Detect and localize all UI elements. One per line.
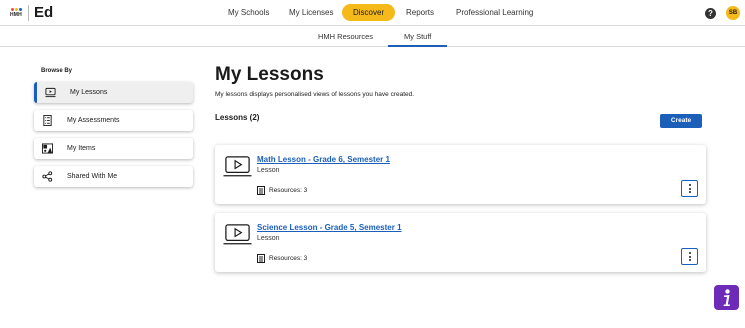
more-options-button[interactable] <box>681 180 698 197</box>
nav-reports[interactable]: Reports <box>406 8 434 17</box>
sidebar-item-my-items[interactable]: My Items <box>34 138 193 159</box>
lesson-icon <box>45 87 56 98</box>
top-bar: HMH Ed My Schools My Licenses Discover R… <box>0 0 745 26</box>
create-button[interactable]: Create <box>660 114 702 128</box>
sidebar-item-shared-with-me[interactable]: Shared With Me <box>34 166 193 187</box>
lesson-title-link[interactable]: Science Lesson - Grade 5, Semester 1 <box>257 223 402 232</box>
lesson-video-icon <box>223 224 252 245</box>
kebab-dot <box>688 255 691 258</box>
nav-my-licenses[interactable]: My Licenses <box>289 8 333 17</box>
page-title: My Lessons <box>215 64 324 85</box>
sidebar-item-label: My Assessments <box>67 117 120 124</box>
lesson-type: Lesson <box>257 167 280 174</box>
nav-professional-learning[interactable]: Professional Learning <box>456 8 533 17</box>
help-icon[interactable]: ? <box>705 8 716 19</box>
lesson-resources-count: Resources: 3 <box>269 255 308 262</box>
kebab-dot <box>688 191 691 193</box>
user-avatar[interactable]: SB <box>726 6 740 20</box>
kebab-dot <box>688 259 691 261</box>
sidebar-item-label: My Items <box>67 145 96 152</box>
kebab-dot <box>688 252 691 254</box>
kebab-dot <box>688 184 691 186</box>
lesson-video-icon <box>223 156 252 177</box>
sidebar-item-my-lessons[interactable]: My Lessons <box>34 82 193 103</box>
nav-discover[interactable]: Discover <box>342 4 396 21</box>
nav-my-schools[interactable]: My Schools <box>228 8 269 17</box>
assessment-icon <box>43 115 52 126</box>
lesson-card: Math Lesson - Grade 6, Semester 1 Lesson… <box>215 145 706 204</box>
lesson-resources-count: Resources: 3 <box>269 187 308 194</box>
more-options-button[interactable] <box>681 248 698 265</box>
sub-nav: HMH Resources My Stuff <box>0 26 745 47</box>
sidebar-item-label: Shared With Me <box>67 173 118 180</box>
lessons-count: Lessons (2) <box>215 113 260 122</box>
lesson-title-link[interactable]: Math Lesson - Grade 6, Semester 1 <box>257 155 390 164</box>
share-icon <box>42 171 53 182</box>
lesson-card: Science Lesson - Grade 5, Semester 1 Les… <box>215 213 706 272</box>
sidebar-item-label: My Lessons <box>70 89 108 96</box>
sidebar-item-my-assessments[interactable]: My Assessments <box>34 110 193 131</box>
page-description: My lessons displays personalised views o… <box>215 91 415 98</box>
resources-icon <box>257 254 265 263</box>
main-nav: My Schools My Licenses Discover Reports … <box>0 0 745 26</box>
info-help-button[interactable] <box>714 285 739 310</box>
items-icon <box>42 143 53 154</box>
tab-my-stuff[interactable]: My Stuff <box>388 32 448 47</box>
lesson-type: Lesson <box>257 235 280 242</box>
kebab-dot <box>688 187 691 190</box>
resources-icon <box>257 186 265 195</box>
browse-by-heading: Browse By <box>41 68 73 74</box>
info-icon <box>723 289 730 306</box>
tab-hmh-resources[interactable]: HMH Resources <box>318 32 373 41</box>
